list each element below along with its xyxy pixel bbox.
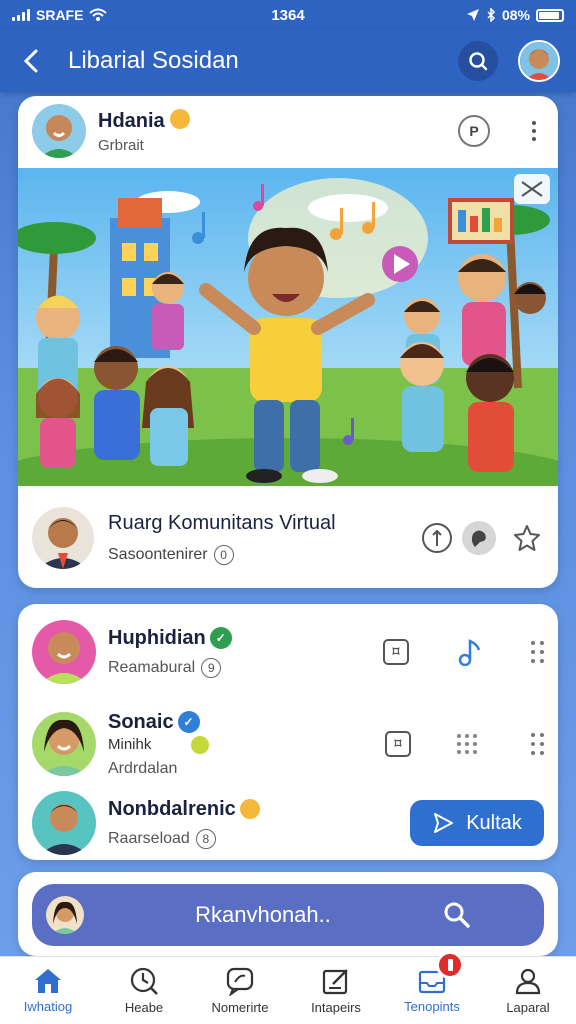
contact-name: Nonbdalrenic [108,797,236,820]
app-header: Libarial Sosidan [0,30,576,92]
nav-label: Heabe [124,1000,164,1015]
flag-icon[interactable]: ⌑ [385,731,411,757]
nav-label: Iwhatiog [23,999,73,1014]
nav-label: Nomerirte [211,1000,269,1015]
status-bar: SRAFE 1364 08% [0,0,576,30]
search-icon [469,52,488,71]
page-title: Libarial Sosidan [68,47,239,74]
pin-button[interactable]: P [458,115,490,147]
search-avatar [46,896,84,934]
contact-avatar [32,791,96,855]
status-time: 1364 [271,6,305,24]
contacts-card: Huphidian ✓ Reamabural 9 ⌑ Sonaic ✓ Mini… [18,604,558,860]
home-icon [35,969,61,993]
chat-button[interactable]: Kultak [410,800,544,846]
flag-icon[interactable]: ⌑ [383,639,409,665]
author-name: Hdania [98,109,165,132]
emoji-icon [170,108,191,129]
battery-percent: 08% [501,7,530,23]
chat-icon [226,967,254,996]
chevron-left-icon [23,49,38,73]
count-badge: 8 [195,828,216,849]
post-header: Hdania Grbrait P [18,96,558,166]
nav-item-recent[interactable]: Heabe [96,957,192,1024]
contact-subtitle: Raarseload [108,829,190,847]
nav-label: Intapeirs [311,1000,361,1015]
search-card: Rkanvhonah.. [18,872,558,956]
contact-extra: Minihk [108,736,152,753]
user-avatar[interactable] [518,40,560,82]
verified-badge-icon: ✓ [177,711,200,733]
community-subtitle: Sasoontenirer [108,545,208,563]
share-button[interactable] [462,521,496,555]
emoji-icon [191,735,210,754]
bottom-nav: Iwhatiog Heabe Nomerirte Intapeirs Tenop… [0,951,576,1024]
verified-badge-icon: ✓ [209,627,232,649]
bluetooth-icon [487,8,496,22]
battery-icon [536,8,564,22]
emoji-icon [239,799,260,819]
clock-icon [130,967,158,995]
wifi-icon [89,8,108,21]
count-badge: 0 [213,544,234,565]
drag-handle-icon[interactable] [531,641,544,663]
more-options-icon[interactable] [524,121,544,141]
drag-handle-icon[interactable] [531,733,544,755]
nav-item-inbox[interactable]: Tenopints [384,951,480,1024]
contact-subtitle: Ardrdalan [108,759,178,777]
list-item[interactable]: Sonaic ✓ Minihk Ardrdalan ⌑ [18,698,558,790]
music-note-icon[interactable] [453,635,487,669]
signal-icon [12,9,30,21]
keypad-icon[interactable] [457,734,477,754]
info-button[interactable] [420,521,454,555]
post-footer: Ruarg Komunitans Virtual Sasoontenirer 0 [18,488,558,588]
nav-item-messages[interactable]: Nomerirte [192,957,288,1024]
search-icon[interactable] [442,900,472,930]
info-icon [422,523,452,553]
count-badge: 9 [201,657,222,678]
edit-icon [322,969,348,995]
contact-avatar [32,712,96,776]
profile-icon [515,968,541,995]
nav-label: Laparal [506,1000,550,1015]
community-avatar[interactable] [32,507,94,569]
contact-subtitle: Reamabural [108,658,196,676]
community-title: Ruarg Komunitans Virtual [108,511,336,534]
contact-avatar [32,620,96,684]
search-input[interactable]: Rkanvhonah.. [32,884,544,946]
post-card: Hdania Grbrait P Ruarg Komunitans Virtua… [18,96,558,588]
nav-item-profile[interactable]: Laparal [480,957,576,1024]
nav-label: Tenopints [404,999,460,1014]
location-icon [466,9,479,21]
author-subtitle: Grbrait [98,136,144,154]
post-illustration [18,168,558,486]
author-avatar[interactable] [32,104,86,158]
favorite-button[interactable] [510,521,544,555]
notification-badge [436,951,464,979]
star-icon [514,525,540,551]
search-placeholder: Rkanvhonah.. [195,902,331,927]
contact-name: Huphidian [108,626,206,649]
share-icon [462,521,496,555]
nav-item-edit[interactable]: Intapeirs [288,957,384,1024]
carrier-label: SRAFE [36,7,84,23]
send-icon [434,813,454,833]
nav-item-home[interactable]: Iwhatiog [0,957,96,1024]
contact-name: Sonaic [108,710,174,733]
list-item[interactable]: Huphidian ✓ Reamabural 9 ⌑ [18,614,558,690]
back-button[interactable] [16,46,46,76]
chat-button-label: Kultak [466,811,522,834]
header-search-button[interactable] [458,41,498,81]
